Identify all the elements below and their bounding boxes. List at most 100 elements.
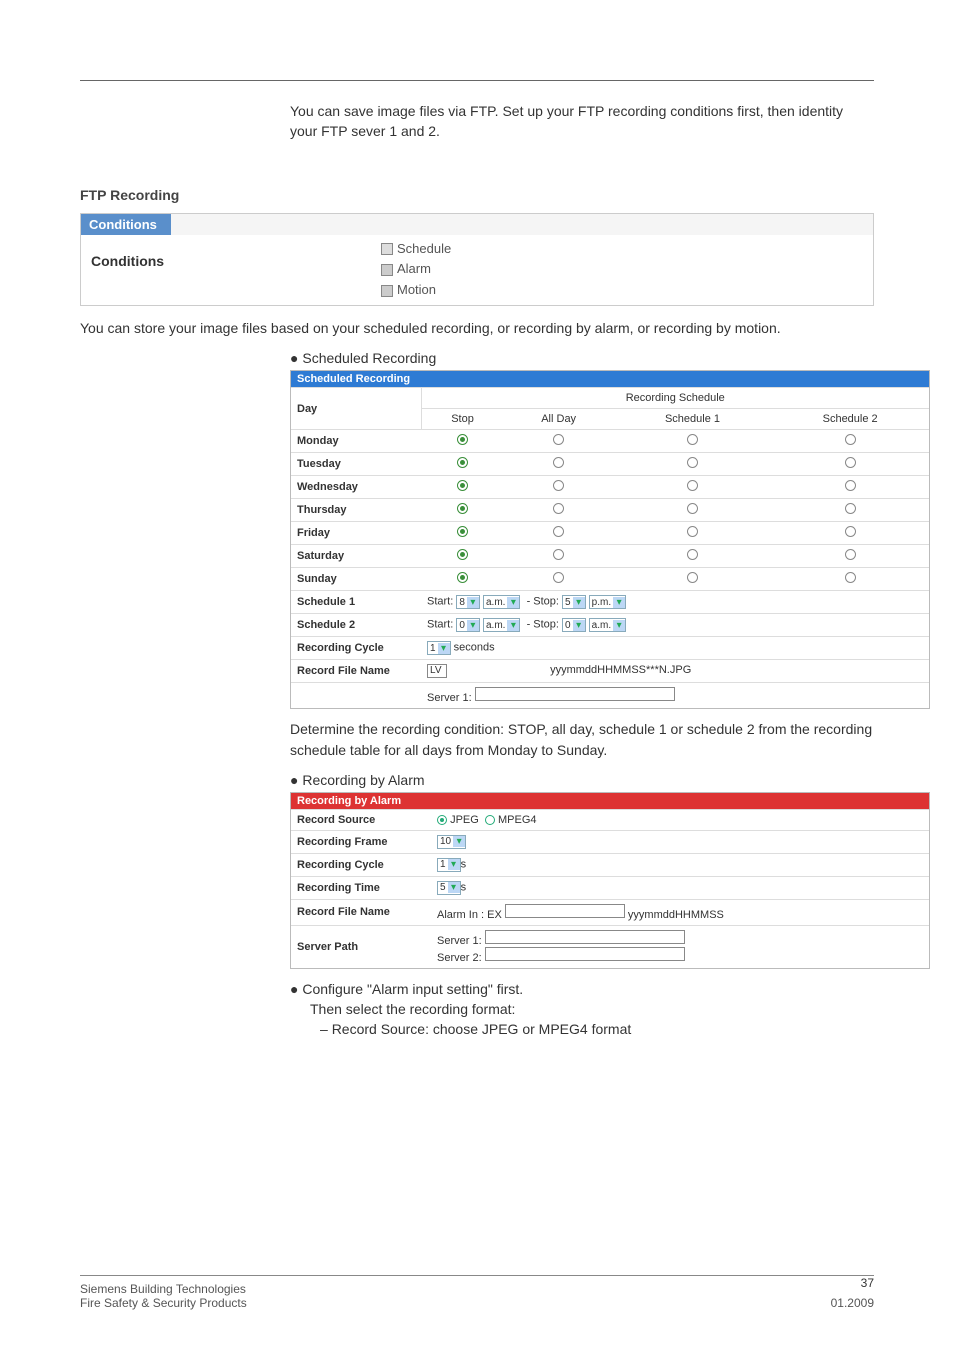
time-val[interactable]: 5▾ bbox=[437, 881, 461, 895]
cycle-val[interactable]: 1▾ bbox=[427, 641, 451, 655]
configure-bullet: Configure "Alarm input setting" first. bbox=[290, 981, 874, 997]
radio-sched2[interactable] bbox=[845, 434, 856, 445]
record-source-dash: Record Source: choose JPEG or MPEG4 form… bbox=[320, 1021, 874, 1037]
radio-sched2[interactable] bbox=[845, 457, 856, 468]
sched2-start-val[interactable]: 0▾ bbox=[456, 618, 480, 632]
alarm-cycle-val[interactable]: 1▾ bbox=[437, 858, 461, 872]
radio-allday[interactable] bbox=[553, 457, 564, 468]
opt-schedule: Schedule bbox=[397, 239, 451, 260]
radio-allday[interactable] bbox=[553, 434, 564, 445]
alarm-filename-suffix: yyymmddHHMMSS bbox=[628, 909, 724, 921]
radio-allday[interactable] bbox=[553, 480, 564, 491]
radio-sched1[interactable] bbox=[687, 480, 698, 491]
radio-stop[interactable] bbox=[457, 434, 468, 445]
ftp-recording-heading: FTP Recording bbox=[80, 187, 874, 203]
alarm-filename-label: Record File Name bbox=[291, 899, 431, 925]
radio-stop[interactable] bbox=[457, 503, 468, 514]
alarm-cycle-label: Recording Cycle bbox=[291, 853, 431, 876]
col-day: Day bbox=[291, 388, 421, 430]
radio-sched1[interactable] bbox=[687, 549, 698, 560]
sched2-stop-val[interactable]: 0▾ bbox=[562, 618, 586, 632]
day-monday: Monday bbox=[291, 430, 421, 453]
scheduled-recording-table: Scheduled Recording Day Recording Schedu… bbox=[290, 370, 930, 709]
col-recording-schedule: Recording Schedule bbox=[421, 388, 929, 409]
jpeg-radio[interactable] bbox=[437, 815, 447, 825]
day-friday: Friday bbox=[291, 522, 421, 545]
footer-left-1: Siemens Building Technologies bbox=[80, 1282, 874, 1296]
radio-stop[interactable] bbox=[457, 480, 468, 491]
conditions-label: Conditions bbox=[81, 239, 381, 301]
radio-stop[interactable] bbox=[457, 526, 468, 537]
frame-val[interactable]: 10▾ bbox=[437, 835, 466, 849]
server-path-label: Server Path bbox=[291, 925, 431, 968]
radio-sched2[interactable] bbox=[845, 526, 856, 537]
alarm-checkbox[interactable] bbox=[381, 264, 393, 276]
time-unit: s bbox=[461, 881, 467, 893]
day-saturday: Saturday bbox=[291, 545, 421, 568]
sched1-start-lbl: Start: bbox=[427, 596, 453, 608]
opt-motion: Motion bbox=[397, 280, 436, 301]
footer-right: 01.2009 bbox=[831, 1296, 874, 1310]
radio-sched1[interactable] bbox=[687, 572, 698, 583]
server1-label: Server 1: bbox=[427, 692, 472, 704]
sched2-label: Schedule 2 bbox=[291, 614, 421, 637]
intro-text: You can save image files via FTP. Set up… bbox=[290, 101, 874, 142]
sched1-label: Schedule 1 bbox=[291, 591, 421, 614]
mpeg4-label: MPEG4 bbox=[498, 814, 537, 826]
sched2-start-ap[interactable]: a.m.▾ bbox=[483, 618, 520, 632]
radio-stop[interactable] bbox=[457, 549, 468, 560]
server1-input[interactable] bbox=[475, 687, 675, 701]
footer-left-2: Fire Safety & Security Products bbox=[80, 1296, 247, 1310]
cycle-unit: seconds bbox=[454, 642, 495, 654]
record-filename-label: Record File Name bbox=[291, 660, 421, 683]
alarm-table-title: Recording by Alarm bbox=[291, 793, 929, 809]
sched2-stop-ap[interactable]: a.m.▾ bbox=[589, 618, 626, 632]
radio-stop[interactable] bbox=[457, 457, 468, 468]
sched1-stop-lbl: - Stop: bbox=[527, 596, 559, 608]
radio-sched2[interactable] bbox=[845, 480, 856, 491]
sched1-stop-ap[interactable]: p.m.▾ bbox=[589, 595, 626, 609]
radio-allday[interactable] bbox=[553, 526, 564, 537]
recording-by-alarm-bullet: Recording by Alarm bbox=[290, 772, 874, 788]
radio-sched2[interactable] bbox=[845, 549, 856, 560]
col-allday: All Day bbox=[504, 409, 614, 430]
col-stop: Stop bbox=[421, 409, 504, 430]
radio-allday[interactable] bbox=[553, 549, 564, 560]
day-tuesday: Tuesday bbox=[291, 453, 421, 476]
server2-path-input[interactable] bbox=[485, 947, 685, 961]
jpeg-label: JPEG bbox=[450, 814, 479, 826]
alarm-filename-input[interactable] bbox=[505, 904, 625, 918]
day-wednesday: Wednesday bbox=[291, 476, 421, 499]
store-paragraph: You can store your image files based on … bbox=[80, 318, 874, 338]
filename-prefix[interactable]: LV bbox=[427, 664, 447, 678]
radio-sched1[interactable] bbox=[687, 434, 698, 445]
sched2-stop-lbl: - Stop: bbox=[527, 619, 559, 631]
alarm-filename-prefix: Alarm In : EX bbox=[437, 909, 502, 921]
conditions-panel: Conditions Conditions Schedule Alarm Mot… bbox=[80, 213, 874, 306]
server1-lbl: Server 1: bbox=[437, 935, 482, 947]
filename-suffix: yyymmddHHMMSS***N.JPG bbox=[550, 664, 691, 676]
schedule-checkbox[interactable] bbox=[381, 243, 393, 255]
mpeg4-radio[interactable] bbox=[485, 815, 495, 825]
sched1-start-val[interactable]: 8▾ bbox=[456, 595, 480, 609]
radio-sched2[interactable] bbox=[845, 503, 856, 514]
radio-sched1[interactable] bbox=[687, 526, 698, 537]
motion-checkbox[interactable] bbox=[381, 285, 393, 297]
sched1-stop-val[interactable]: 5▾ bbox=[562, 595, 586, 609]
radio-sched1[interactable] bbox=[687, 457, 698, 468]
radio-allday[interactable] bbox=[553, 572, 564, 583]
sched1-start-ap[interactable]: a.m.▾ bbox=[483, 595, 520, 609]
col-sched2: Schedule 2 bbox=[771, 409, 929, 430]
radio-allday[interactable] bbox=[553, 503, 564, 514]
record-source-label: Record Source bbox=[291, 809, 431, 830]
alarm-cycle-unit: s bbox=[461, 858, 467, 870]
radio-sched1[interactable] bbox=[687, 503, 698, 514]
server1-path-input[interactable] bbox=[485, 930, 685, 944]
conditions-header: Conditions bbox=[81, 214, 171, 235]
sched2-start-lbl: Start: bbox=[427, 619, 453, 631]
sched-table-title: Scheduled Recording bbox=[291, 371, 929, 387]
sched-desc: Determine the recording condition: STOP,… bbox=[290, 719, 874, 760]
radio-sched2[interactable] bbox=[845, 572, 856, 583]
radio-stop[interactable] bbox=[457, 572, 468, 583]
server2-lbl: Server 2: bbox=[437, 952, 482, 964]
